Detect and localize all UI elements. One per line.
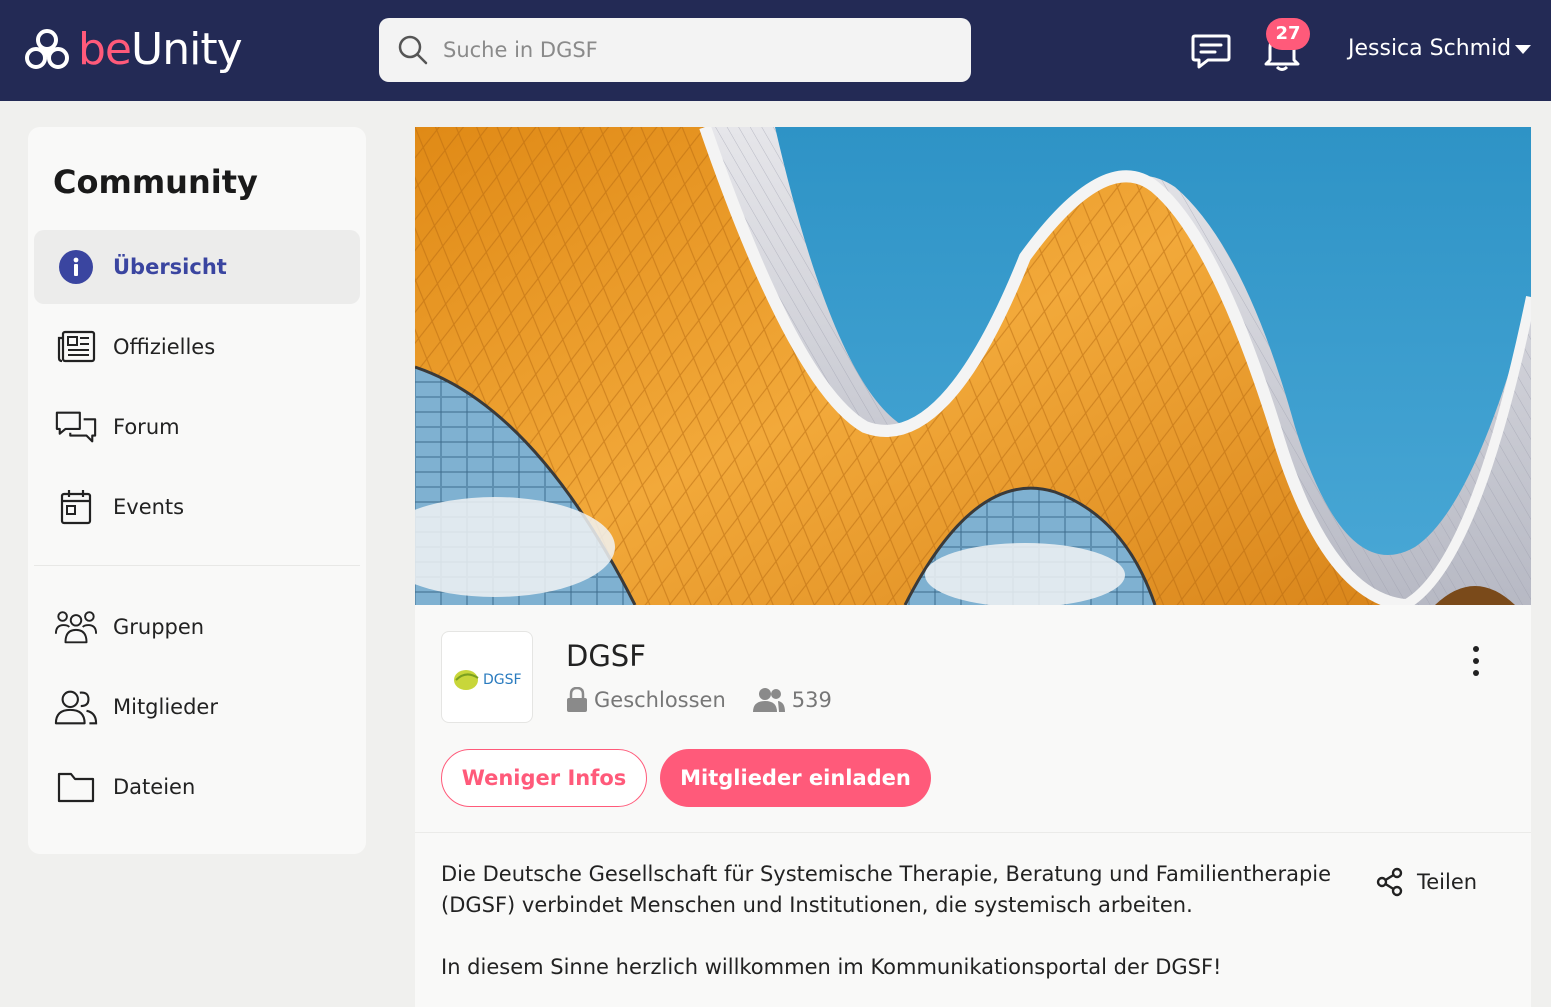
sidebar-item-label: Übersicht [113,255,227,279]
chevron-down-icon[interactable] [1514,44,1532,56]
group-name: DGSF [566,639,646,673]
group-member-count: 539 [791,688,832,712]
sidebar-item-label: Mitglieder [113,695,218,719]
sidebar-item-label: Events [113,495,185,519]
groups-icon [54,605,98,649]
dgsf-logo-text: DGSF [483,672,522,688]
sidebar-item-label: Gruppen [113,615,205,639]
folder-icon [54,765,98,809]
group-banner-image [415,127,1531,605]
newspaper-icon [54,325,98,369]
less-info-button[interactable]: Weniger Infos [441,749,647,807]
sidebar-title: Community [53,163,258,201]
beunity-wordmark: beUnity [78,24,243,75]
community-sidebar: Community Übersicht Offizielles Forum Ev… [28,127,366,854]
user-name[interactable]: Jessica Schmid [1348,36,1511,61]
info-icon [54,245,98,289]
sidebar-item-mitglieder[interactable]: Mitglieder [34,670,360,744]
lock-icon [567,687,587,712]
sidebar-divider [34,565,360,566]
share-icon [1376,867,1403,897]
group-main-panel: DGSF DGSF Geschlossen 539 Weniger Infos … [415,127,1531,1007]
share-button[interactable]: Teilen [1375,867,1477,897]
messages-icon[interactable] [1190,30,1232,72]
sidebar-item-label: Dateien [113,775,196,799]
search-icon [398,35,428,65]
section-divider [415,832,1531,833]
invite-members-button[interactable]: Mitglieder einladen [660,749,931,807]
sidebar-item-dateien[interactable]: Dateien [34,750,360,824]
group-description: Die Deutsche Gesellschaft für Systemisch… [441,859,1341,1007]
share-label: Teilen [1417,870,1478,894]
sidebar-item-offizielles[interactable]: Offizielles [34,310,360,384]
description-paragraph: Die Deutsche Gesellschaft für Systemisch… [441,862,1332,917]
group-logo: DGSF [441,631,533,723]
beunity-logo[interactable]: beUnity [24,22,243,78]
sidebar-item-gruppen[interactable]: Gruppen [34,590,360,664]
sidebar-item-forum[interactable]: Forum [34,390,360,464]
more-options-icon[interactable] [1467,643,1485,679]
members-icon [54,685,98,729]
top-bar: beUnity 27 Jessica Schmid [0,0,1551,101]
sidebar-item-label: Forum [113,415,180,439]
description-paragraph: In diesem Sinne herzlich willkommen im K… [441,955,1222,979]
sidebar-item-events[interactable]: Events [34,470,360,544]
sidebar-item-label: Offizielles [113,335,216,359]
members-count-icon [752,688,785,712]
search-input[interactable] [443,38,943,62]
notification-badge: 27 [1266,18,1310,50]
sidebar-item-uebersicht[interactable]: Übersicht [34,230,360,304]
beunity-logo-icon [25,29,69,69]
dgsf-logo-icon: DGSF [454,670,522,690]
chat-bubbles-icon [54,405,98,449]
group-privacy: Geschlossen [594,688,726,712]
calendar-icon [54,485,98,529]
group-meta: Geschlossen 539 [566,687,832,713]
search-bar[interactable] [379,18,971,82]
